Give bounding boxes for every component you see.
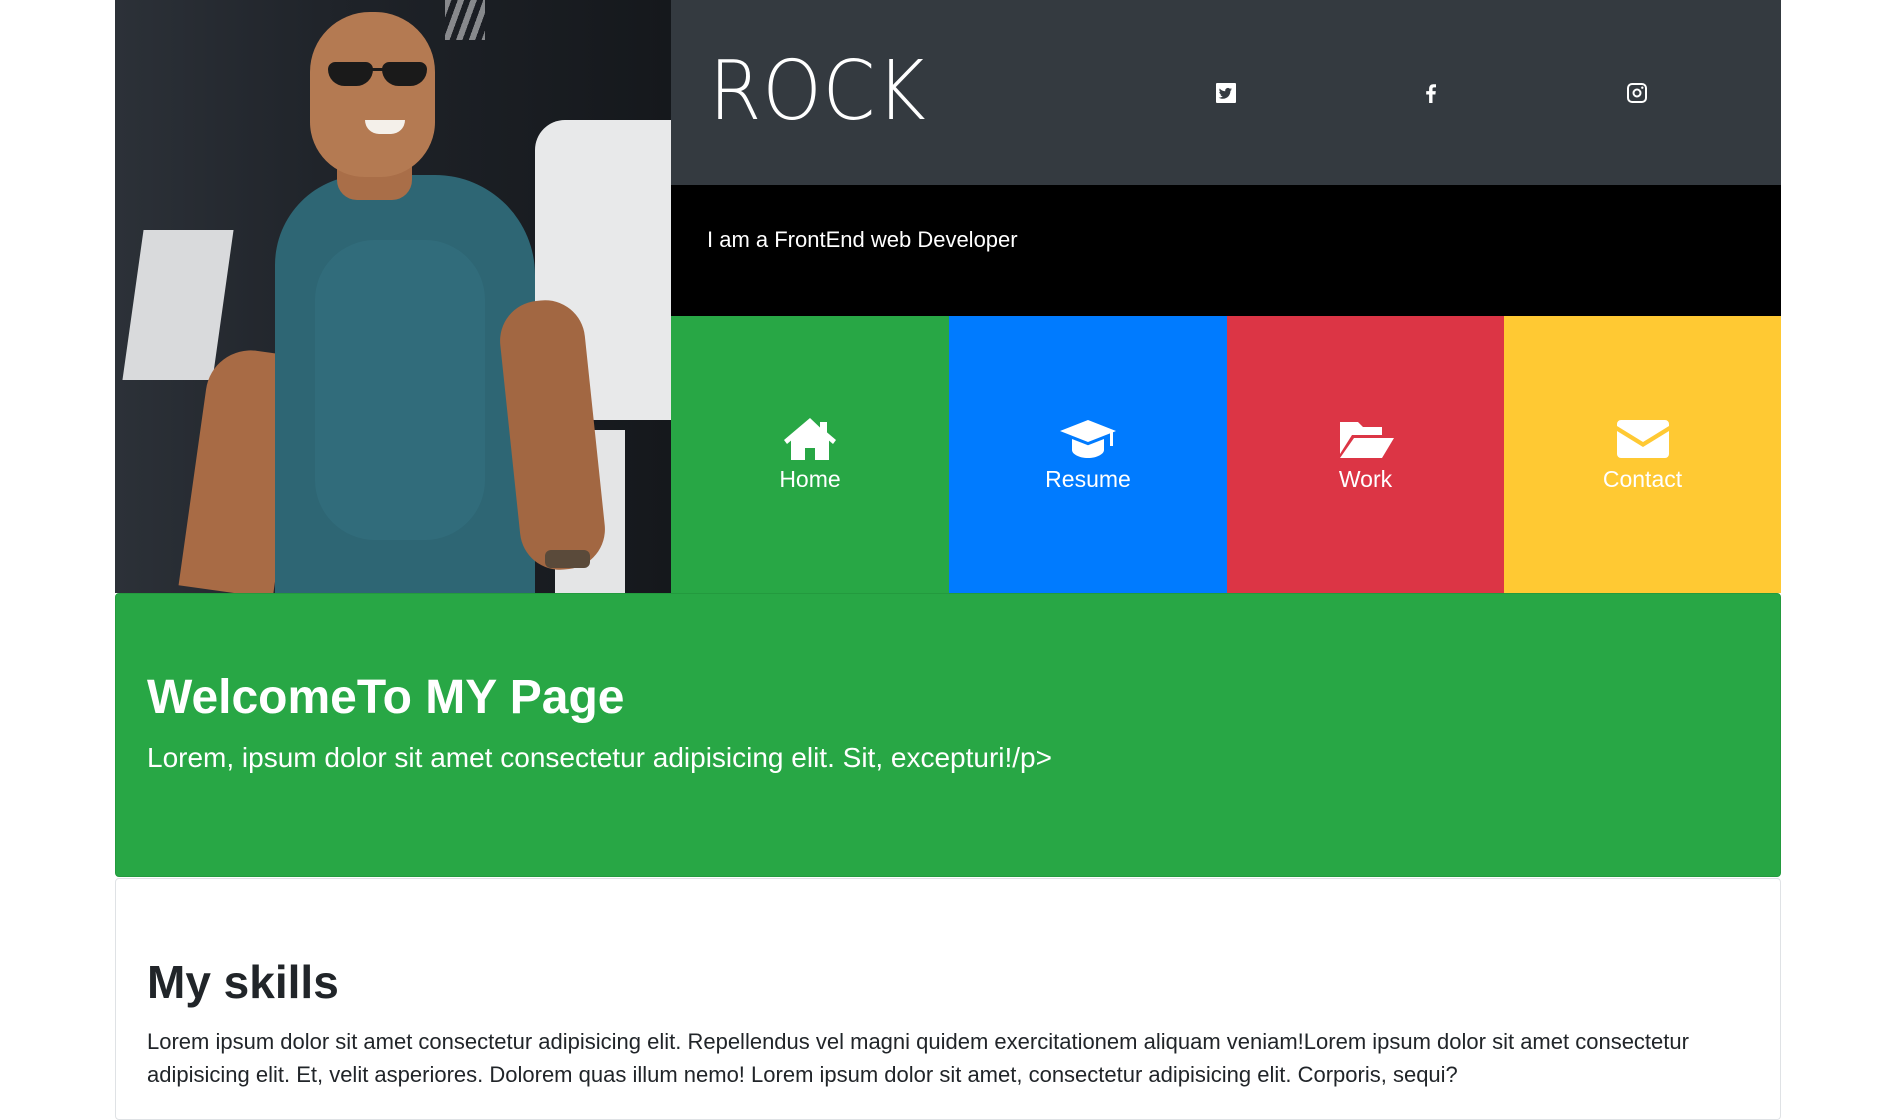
- facebook-icon: [1426, 84, 1436, 103]
- nav-tile-home[interactable]: Home: [671, 316, 949, 593]
- instagram-link[interactable]: [1625, 81, 1649, 105]
- welcome-text: Lorem, ipsum dolor sit amet consectetur …: [147, 742, 1052, 773]
- graduation-cap-icon: [1060, 420, 1116, 458]
- nav-label: Work: [1338, 466, 1393, 492]
- instagram-icon: [1627, 83, 1647, 103]
- github-link[interactable]: [1834, 81, 1858, 105]
- person-sunglasses: [320, 62, 435, 88]
- nav-label: Home: [779, 466, 841, 492]
- page: ROCK I am a FrontEnd web Developer Home …: [115, 0, 1857, 1120]
- github-icon: [1835, 82, 1857, 103]
- skills-title: My skills: [147, 956, 339, 1008]
- twitter-icon: [1216, 83, 1236, 103]
- site-logo[interactable]: ROCK: [709, 44, 927, 139]
- twitter-link[interactable]: [1214, 81, 1238, 105]
- person-shirt: [315, 240, 485, 540]
- photo-bg-shape: [445, 0, 485, 40]
- facebook-link[interactable]: [1419, 81, 1443, 105]
- nav-label: Contact: [1602, 466, 1683, 492]
- person-head: [310, 12, 435, 177]
- folder-open-icon: [1339, 422, 1394, 458]
- welcome-banner: WelcomeTo MY Page Lorem, ipsum dolor sit…: [115, 593, 1781, 877]
- nav-tile-work[interactable]: Work: [1227, 316, 1504, 593]
- profile-photo: [115, 0, 671, 593]
- nav-tile-contact[interactable]: Contact: [1504, 316, 1781, 593]
- header-bar: ROCK: [671, 0, 1857, 185]
- tagline-bar: I am a FrontEnd web Developer: [671, 185, 1781, 316]
- home-icon: [784, 418, 836, 460]
- tagline-text: I am a FrontEnd web Developer: [707, 227, 1018, 252]
- envelope-icon: [1616, 420, 1669, 458]
- skills-card: My skills Lorem ipsum dolor sit amet con…: [115, 878, 1781, 1120]
- welcome-title: WelcomeTo MY Page: [147, 671, 625, 724]
- skills-text: Lorem ipsum dolor sit amet consectetur a…: [147, 1029, 1689, 1087]
- nav-label: Resume: [1045, 466, 1131, 492]
- person-watch: [545, 550, 590, 568]
- nav-tile-resume[interactable]: Resume: [949, 316, 1227, 593]
